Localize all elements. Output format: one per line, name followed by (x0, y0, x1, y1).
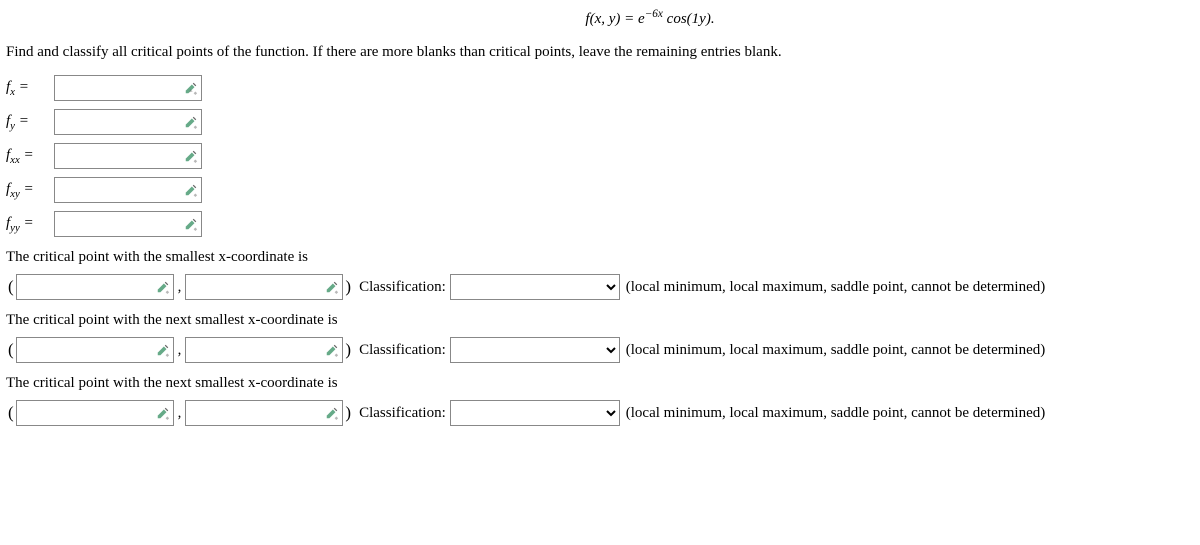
critical-point-intro-2: The critical point with the next smalles… (6, 312, 1194, 329)
comma: , (178, 405, 182, 422)
cp3-y-input[interactable] (185, 400, 343, 426)
classification-hint: (local minimum, local maximum, saddle po… (626, 405, 1045, 422)
cp1-x-input[interactable] (16, 274, 174, 300)
close-paren: ) (345, 340, 351, 360)
fyy-input[interactable] (54, 211, 202, 237)
cp1-classification-select[interactable] (450, 274, 620, 300)
fx-input[interactable] (54, 75, 202, 101)
close-paren: ) (345, 403, 351, 423)
fxy-input[interactable] (54, 177, 202, 203)
critical-point-intro-1: The critical point with the smallest x-c… (6, 249, 1194, 266)
fxx-input[interactable] (54, 143, 202, 169)
classification-hint: (local minimum, local maximum, saddle po… (626, 342, 1045, 359)
label-fxy: fxy = (6, 181, 54, 200)
cp3-classification-select[interactable] (450, 400, 620, 426)
close-paren: ) (345, 277, 351, 297)
equation-display: f(x, y) = e−6x cos(1y). (6, 8, 1194, 28)
fy-input[interactable] (54, 109, 202, 135)
cp2-classification-select[interactable] (450, 337, 620, 363)
open-paren: ( (8, 277, 14, 297)
instruction-text: Find and classify all critical points of… (6, 44, 1194, 61)
critical-point-intro-3: The critical point with the next smalles… (6, 375, 1194, 392)
label-fxx: fxx = (6, 147, 54, 166)
label-fy: fy = (6, 113, 54, 132)
label-fyy: fyy = (6, 215, 54, 234)
open-paren: ( (8, 340, 14, 360)
classification-label: Classification: (359, 342, 446, 359)
cp2-y-input[interactable] (185, 337, 343, 363)
cp3-x-input[interactable] (16, 400, 174, 426)
cp1-y-input[interactable] (185, 274, 343, 300)
classification-label: Classification: (359, 279, 446, 296)
classification-hint: (local minimum, local maximum, saddle po… (626, 279, 1045, 296)
comma: , (178, 342, 182, 359)
cp2-x-input[interactable] (16, 337, 174, 363)
label-fx: fx = (6, 79, 54, 98)
classification-label: Classification: (359, 405, 446, 422)
comma: , (178, 279, 182, 296)
open-paren: ( (8, 403, 14, 423)
